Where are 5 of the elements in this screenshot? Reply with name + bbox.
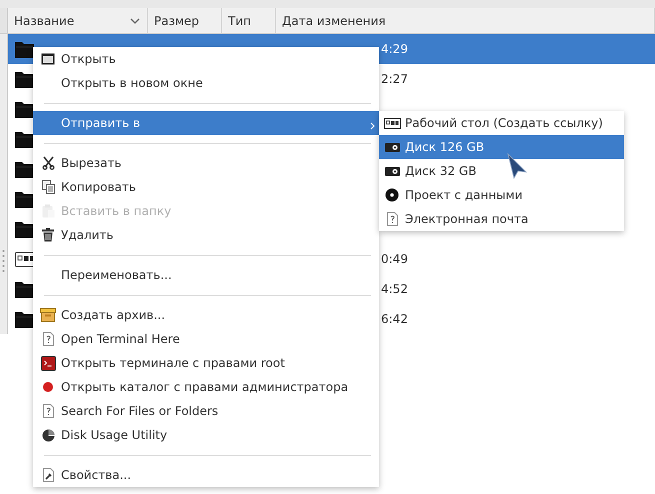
modified-time: 4:29 [381,42,409,56]
modified-time: 2:27 [381,72,409,86]
modified-time: 6:42 [381,312,409,326]
modified-time: 0:49 [381,252,409,266]
modified-time: 4:52 [381,282,409,296]
